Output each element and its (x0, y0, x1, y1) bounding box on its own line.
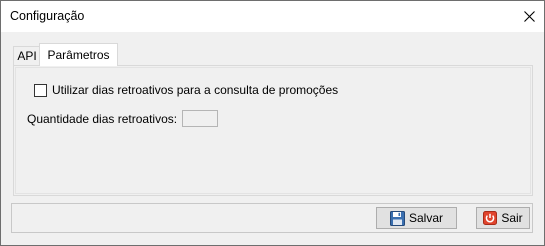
retroactive-days-option[interactable]: Utilizar dias retroativos para a consult… (34, 83, 338, 97)
configuration-dialog: Configuração API Parâmetros Utilizar dia… (0, 0, 545, 246)
window-title: Configuração (10, 9, 85, 23)
retroactive-days-checkbox-label: Utilizar dias retroativos para a consult… (52, 83, 339, 97)
exit-button[interactable]: Sair (476, 207, 530, 229)
title-bar: Configuração (1, 1, 544, 32)
button-bar: Salvar Sair (11, 203, 533, 233)
power-icon (483, 211, 498, 225)
floppy-disk-icon (389, 210, 405, 226)
close-button[interactable] (514, 1, 544, 32)
tab-panel-parametros: Utilizar dias retroativos para a consult… (13, 65, 533, 196)
retroactive-days-checkbox[interactable] (34, 83, 47, 97)
tab-parametros[interactable]: Parâmetros (39, 43, 118, 66)
retroactive-days-input[interactable] (182, 110, 219, 127)
close-icon (523, 11, 535, 22)
save-button-label: Salvar (408, 211, 443, 225)
parameters-group: Utilizar dias retroativos para a consult… (15, 67, 531, 194)
save-button[interactable]: Salvar (376, 207, 457, 229)
retroactive-days-field-label: Quantidade dias retroativos: (27, 111, 178, 126)
tab-api[interactable]: API (13, 46, 41, 65)
exit-button-label: Sair (501, 211, 523, 225)
retroactive-days-field-row: Quantidade dias retroativos: (27, 110, 219, 127)
